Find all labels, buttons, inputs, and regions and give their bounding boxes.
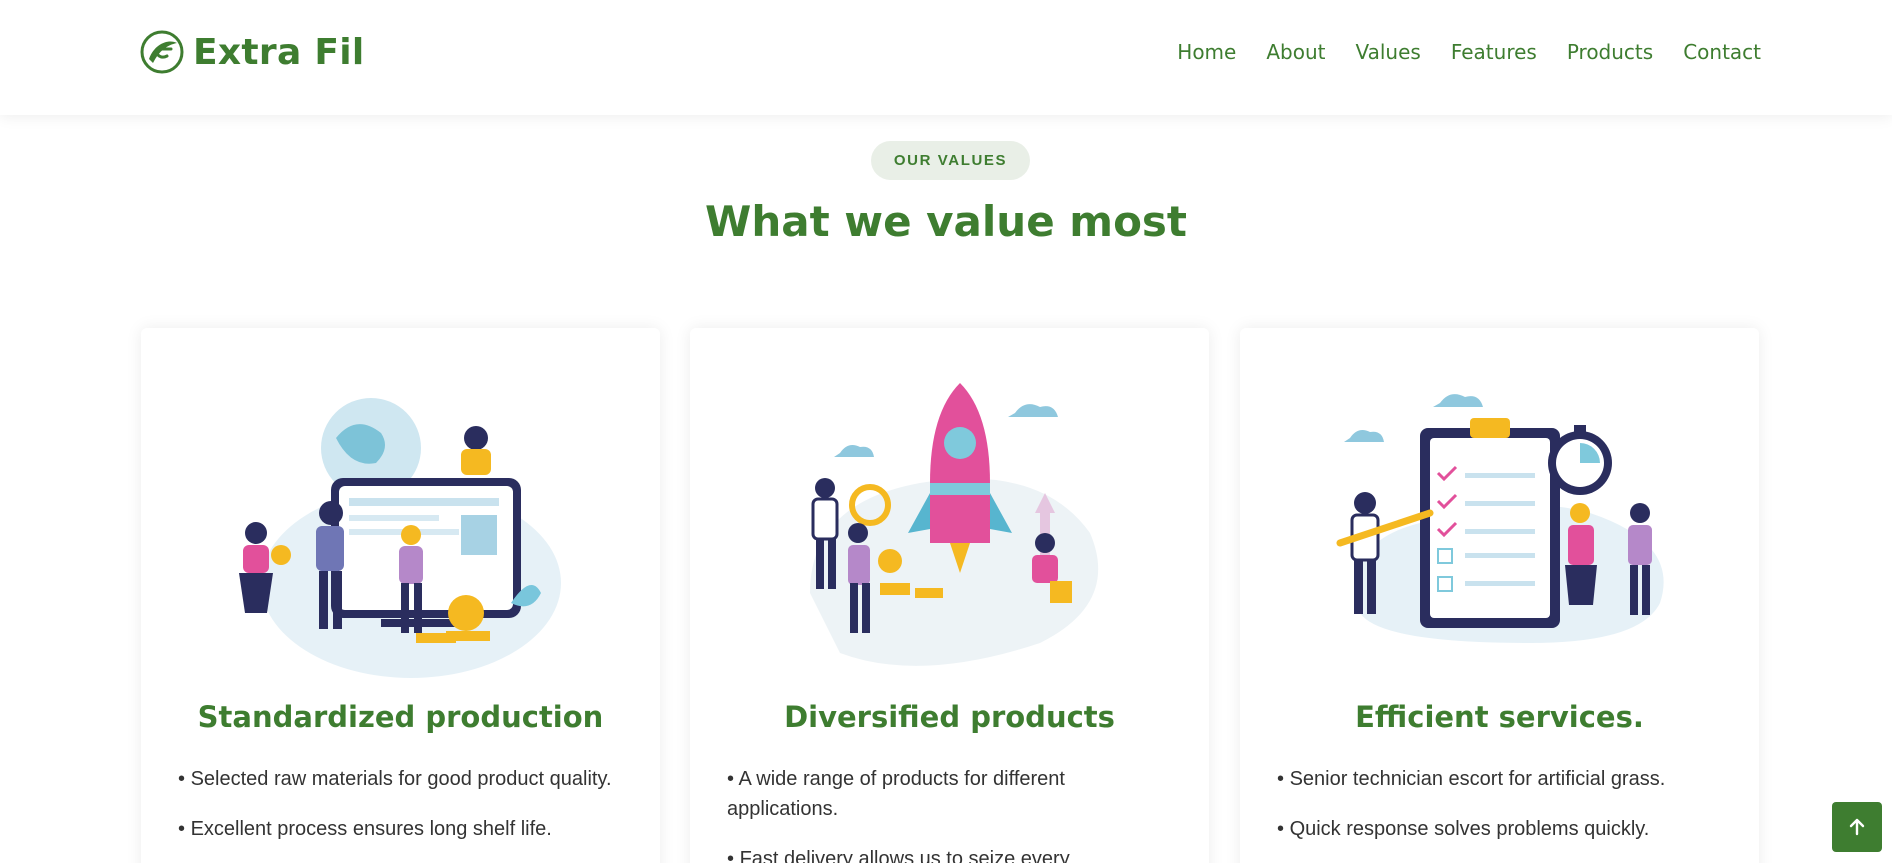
card-bullet: Quick response solves problems quickly. bbox=[1277, 814, 1727, 844]
nav-features[interactable]: Features bbox=[1451, 40, 1537, 64]
card-bullet-list: A wide range of products for different a… bbox=[727, 764, 1177, 863]
nav-products[interactable]: Products bbox=[1567, 40, 1653, 64]
value-card-efficient-services: Efficient services. Senior technician es… bbox=[1240, 328, 1759, 863]
card-bullet: Selected raw materials for good product … bbox=[178, 764, 628, 794]
nav-values[interactable]: Values bbox=[1355, 40, 1420, 64]
section-badge: OUR VALUES bbox=[871, 141, 1030, 180]
leaf-globe-logo-icon bbox=[140, 30, 184, 74]
card-title: Efficient services. bbox=[1355, 700, 1644, 734]
section-title: What we value most bbox=[705, 197, 1187, 246]
team-with-globe-and-dashboard-illustration-icon bbox=[239, 398, 561, 678]
main-nav: Home About Values Features Products Cont… bbox=[1177, 40, 1761, 64]
card-bullet: Fast delivery allows us to seize every bbox=[727, 844, 1177, 863]
rocket-launch-illustration-icon bbox=[810, 383, 1099, 666]
brand-name: Extra Fil bbox=[193, 31, 365, 73]
value-card-standardized-production: Standardized production Selected raw mat… bbox=[141, 328, 660, 863]
nav-home[interactable]: Home bbox=[1177, 40, 1236, 64]
brand-logo-link[interactable]: Extra Fil bbox=[139, 29, 365, 75]
arrow-up-icon bbox=[1849, 818, 1865, 836]
site-header: Extra Fil Home About Values Features Pro… bbox=[0, 0, 1892, 115]
card-bullet-list: Senior technician escort for artificial … bbox=[1277, 764, 1727, 863]
nav-contact[interactable]: Contact bbox=[1683, 40, 1761, 64]
card-bullet-list: Selected raw materials for good product … bbox=[178, 764, 628, 863]
card-title: Diversified products bbox=[784, 700, 1115, 734]
back-to-top-button[interactable] bbox=[1832, 802, 1882, 852]
card-bullet: Excellent process ensures long shelf lif… bbox=[178, 814, 628, 844]
card-bullet: Senior technician escort for artificial … bbox=[1277, 764, 1727, 794]
value-card-diversified-products: Diversified products A wide range of pro… bbox=[690, 328, 1209, 863]
card-title: Standardized production bbox=[197, 700, 604, 734]
nav-about[interactable]: About bbox=[1266, 40, 1325, 64]
checklist-and-stopwatch-illustration-icon bbox=[1336, 394, 1664, 643]
card-bullet: A wide range of products for different a… bbox=[727, 764, 1177, 824]
